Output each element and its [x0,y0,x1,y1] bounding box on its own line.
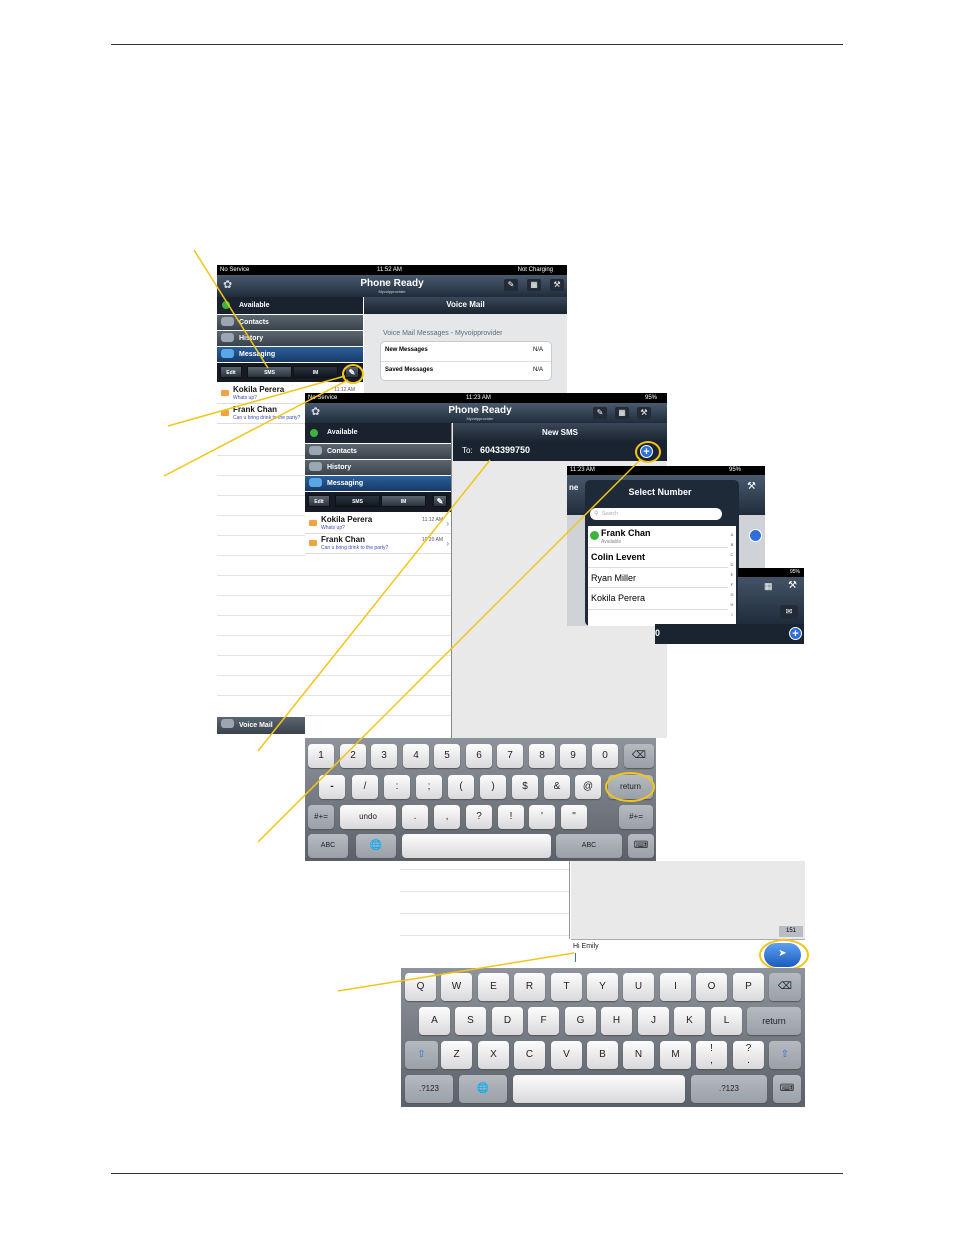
callout-line-add-recipient [257,459,641,843]
callout-line-message-text [337,952,575,992]
callout-line-compose-b [163,379,349,477]
callout-line-sms-tab [193,249,269,369]
callout-line-compose-a [167,375,346,427]
callout-line-recipient [257,459,491,752]
callout-lines [163,249,641,992]
